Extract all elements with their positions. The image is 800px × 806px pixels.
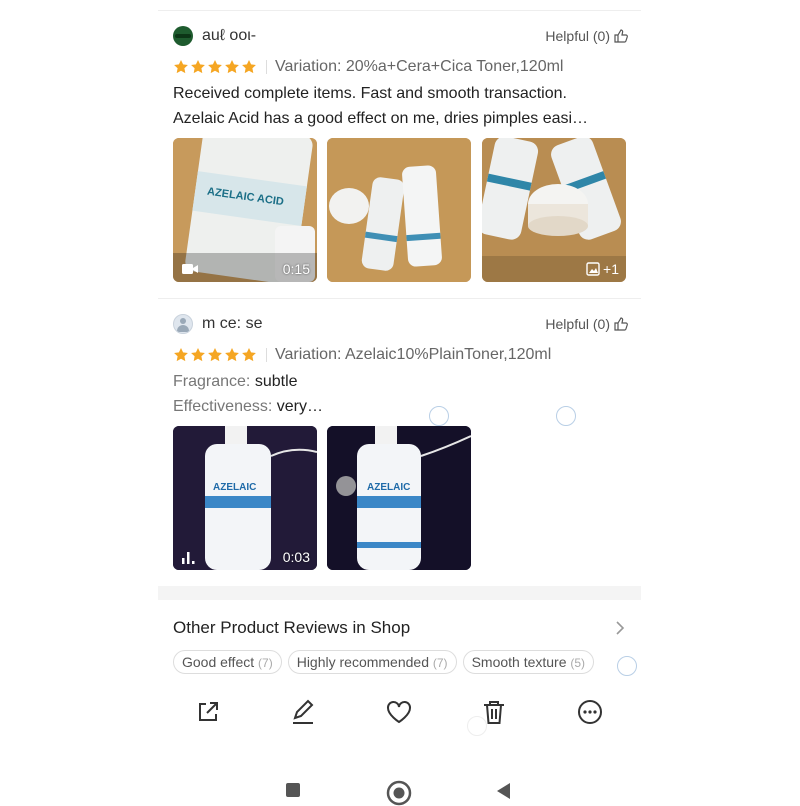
star-icon <box>242 60 256 74</box>
chevron-right-icon[interactable] <box>615 620 625 636</box>
star-icon <box>208 348 222 362</box>
avatar[interactable] <box>173 26 193 46</box>
review-line: Azelaic Acid has a good effect on me, dr… <box>173 110 589 127</box>
review-header: m ce: se Helpful (0) <box>173 314 628 336</box>
image-icon <box>586 262 600 276</box>
star-icon <box>225 348 239 362</box>
star-rating <box>173 59 257 75</box>
helpful-label: Helpful (0) <box>545 28 610 44</box>
home-icon[interactable] <box>386 780 412 806</box>
more-images-count: +1 <box>603 261 619 277</box>
star-icon <box>242 348 256 362</box>
audio-bars-icon <box>182 552 195 564</box>
recents-icon[interactable] <box>285 782 301 798</box>
thumbs-up-icon <box>614 317 628 331</box>
overlay-circle <box>467 716 487 736</box>
bottom-toolbar <box>158 690 641 734</box>
review-header: auℓ ooι- Helpful (0) <box>173 26 628 48</box>
review-tag[interactable]: Highly recommended (7) <box>287 650 457 674</box>
tag-label: Highly recommended <box>296 654 429 670</box>
helpful-button[interactable]: Helpful (0) <box>545 28 628 44</box>
video-duration: 0:03 <box>282 549 310 565</box>
separator <box>266 60 267 74</box>
star-icon <box>191 348 205 362</box>
review-video-thumbnail[interactable]: AZELAIC 0:03 <box>173 426 317 570</box>
review-tags: Good effect (7) Highly recommended (7) S… <box>173 650 595 674</box>
share-icon[interactable] <box>194 698 222 726</box>
review-line: Received complete items. Fast and smooth… <box>173 85 567 102</box>
tag-count: (5) <box>570 656 586 670</box>
star-icon <box>174 348 188 362</box>
username[interactable]: auℓ ooι- <box>202 27 256 45</box>
system-nav-bar <box>0 770 800 806</box>
star-icon <box>208 60 222 74</box>
overlay-circle <box>429 406 449 426</box>
tag-count: (7) <box>258 656 273 670</box>
product-photo <box>327 138 471 282</box>
more-images-badge: +1 <box>586 261 619 277</box>
section-spacer <box>158 586 641 600</box>
divider <box>158 10 641 11</box>
review-attribute[interactable]: Effectiveness: very… <box>173 394 323 419</box>
thumbs-up-icon <box>614 29 628 43</box>
back-icon[interactable] <box>495 782 511 800</box>
tag-count: (7) <box>432 656 448 670</box>
product-photo: AZELAIC <box>327 426 471 570</box>
bottle-label: AZELAIC <box>213 482 256 493</box>
attribute-value: very… <box>276 398 323 415</box>
review-image-thumbnail[interactable]: +1 <box>482 138 626 282</box>
avatar[interactable] <box>173 314 193 334</box>
helpful-label: Helpful (0) <box>545 316 610 332</box>
star-rating <box>173 347 257 363</box>
username[interactable]: m ce: se <box>202 315 262 333</box>
tag-label: Good effect <box>182 654 255 670</box>
video-camera-icon <box>182 264 198 274</box>
star-icon <box>174 60 188 74</box>
heart-icon[interactable] <box>385 698 413 726</box>
more-icon[interactable] <box>576 698 604 726</box>
section-title[interactable]: Other Product Reviews in Shop <box>173 618 410 638</box>
rating-row: Variation: 20%a+Cera+Cica Toner,120ml <box>173 56 563 78</box>
helpful-button[interactable]: Helpful (0) <box>545 316 628 332</box>
overlay-circle <box>617 656 637 676</box>
review-tag[interactable]: Good effect (7) <box>173 650 282 674</box>
overlay-dot <box>336 476 356 496</box>
separator <box>266 348 267 362</box>
tag-label: Smooth texture <box>471 654 567 670</box>
star-icon <box>191 60 205 74</box>
variation-text: Variation: 20%a+Cera+Cica Toner,120ml <box>275 58 564 75</box>
divider <box>158 298 641 299</box>
review-page: auℓ ooι- Helpful (0) Variation: 20%a+Cer… <box>158 0 641 800</box>
review-image-thumbnail[interactable] <box>327 138 471 282</box>
edit-icon[interactable] <box>289 698 317 726</box>
review-image-thumbnail[interactable]: AZELAIC <box>327 426 471 570</box>
variation-text: Variation: Azelaic10%PlainToner,120ml <box>275 346 552 363</box>
review-attribute: Fragrance: subtle <box>173 369 298 394</box>
star-icon <box>225 60 239 74</box>
attribute-label: Fragrance: <box>173 373 251 390</box>
attribute-label: Effectiveness: <box>173 398 273 415</box>
attribute-value: subtle <box>254 373 298 390</box>
video-duration: 0:15 <box>282 261 310 277</box>
review-tag[interactable]: Smooth texture (5) <box>462 650 595 674</box>
review-video-thumbnail[interactable]: AZELAIC ACID 0:15 <box>173 138 317 282</box>
bottle-label: AZELAIC <box>367 482 410 493</box>
review-text[interactable]: Received complete items. Fast and smooth… <box>173 81 588 131</box>
overlay-circle <box>556 406 576 426</box>
rating-row: Variation: Azelaic10%PlainToner,120ml <box>173 344 551 366</box>
